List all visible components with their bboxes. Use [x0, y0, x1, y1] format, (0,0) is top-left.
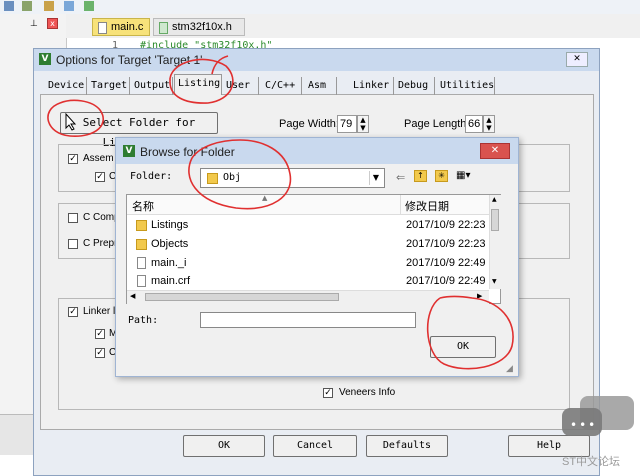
annotation-ok-circle [426, 295, 514, 370]
forum-logo-icon: ••• [562, 396, 634, 448]
watermark-text: ST中文论坛 [562, 456, 621, 468]
annotation-tab-circle [169, 58, 234, 104]
annotation-browse-circle [188, 139, 292, 210]
mouse-cursor-icon [65, 113, 77, 131]
annotation-overlay [47, 55, 514, 370]
